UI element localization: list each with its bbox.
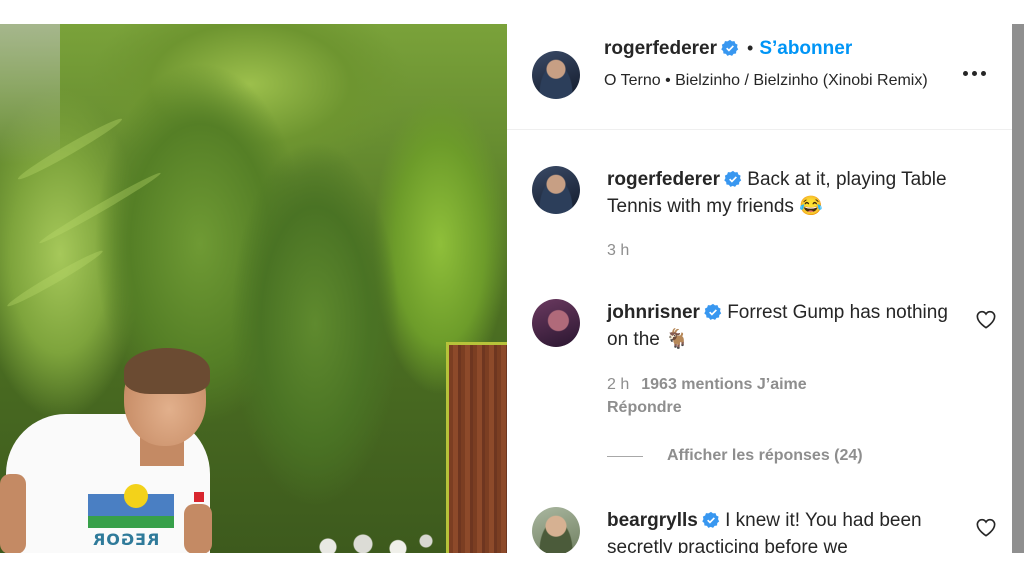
commenter-username[interactable]: johnrisner bbox=[607, 302, 700, 323]
like-heart-icon[interactable] bbox=[975, 309, 997, 329]
caption-time[interactable]: 3 h bbox=[607, 242, 629, 259]
photo-wall bbox=[0, 24, 60, 164]
verified-icon bbox=[724, 170, 742, 187]
person-hair bbox=[124, 348, 210, 394]
divider-line bbox=[607, 455, 643, 457]
author-avatar[interactable] bbox=[532, 51, 580, 99]
author-username[interactable]: rogerfederer bbox=[604, 38, 717, 59]
more-options-icon[interactable] bbox=[963, 66, 991, 80]
view-replies-button[interactable]: Afficher les réponses (24) bbox=[607, 447, 863, 465]
caption-meta: 3 h bbox=[607, 242, 641, 260]
comment-likes[interactable]: 1963 mentions J’aime bbox=[641, 376, 806, 393]
photo-leaf bbox=[37, 169, 163, 247]
audio-track[interactable]: O Terno • Bielzinho / Bielzinho (Xinobi … bbox=[604, 70, 954, 92]
header-title-row: rogerfederer • S’abonner bbox=[604, 38, 852, 60]
commenter-avatar[interactable] bbox=[532, 507, 580, 553]
verified-icon bbox=[721, 39, 739, 56]
post-sidebar: rogerfederer • S’abonner O Terno • Bielzin… bbox=[507, 24, 1012, 553]
shirt-print: REGOR bbox=[88, 484, 174, 553]
comment-time[interactable]: 2 h bbox=[607, 376, 629, 393]
verified-icon bbox=[702, 511, 720, 528]
scrollbar[interactable] bbox=[1012, 24, 1024, 553]
comment-body: johnrisner Forrest Gump has nothing on t… bbox=[607, 299, 967, 353]
wooden-panel bbox=[446, 342, 507, 553]
follow-button[interactable]: S’abonner bbox=[759, 38, 852, 59]
white-pebbles bbox=[300, 529, 440, 553]
post-photo[interactable]: REGOR bbox=[0, 24, 507, 553]
verified-icon bbox=[704, 303, 722, 320]
caption-avatar[interactable] bbox=[532, 166, 580, 214]
caption-body: rogerfederer Back at it, playing Table T… bbox=[607, 166, 967, 220]
shirt-logo bbox=[194, 492, 204, 502]
like-heart-icon[interactable] bbox=[975, 517, 997, 537]
post-header: rogerfederer • S’abonner O Terno • Bielzin… bbox=[507, 24, 1012, 130]
comment-body: beargrylls I knew it! You had been secre… bbox=[607, 507, 967, 553]
commenter-avatar[interactable] bbox=[532, 299, 580, 347]
follow-separator: • bbox=[747, 38, 754, 58]
shirt-print-text: REGOR bbox=[92, 530, 160, 549]
commenter-username[interactable]: beargrylls bbox=[607, 510, 698, 531]
photo-leaf bbox=[5, 247, 105, 310]
caption-username[interactable]: rogerfederer bbox=[607, 169, 720, 190]
shirt-print-sun bbox=[124, 484, 148, 508]
view-replies-label[interactable]: Afficher les réponses (24) bbox=[667, 447, 863, 465]
reply-button[interactable]: Répondre bbox=[607, 399, 807, 417]
person-arm bbox=[184, 504, 212, 553]
shirt-print-band bbox=[88, 516, 174, 528]
person-arm bbox=[0, 474, 26, 553]
comment-meta: 2 h 1963 mentions J’aime Répondre bbox=[607, 376, 807, 417]
